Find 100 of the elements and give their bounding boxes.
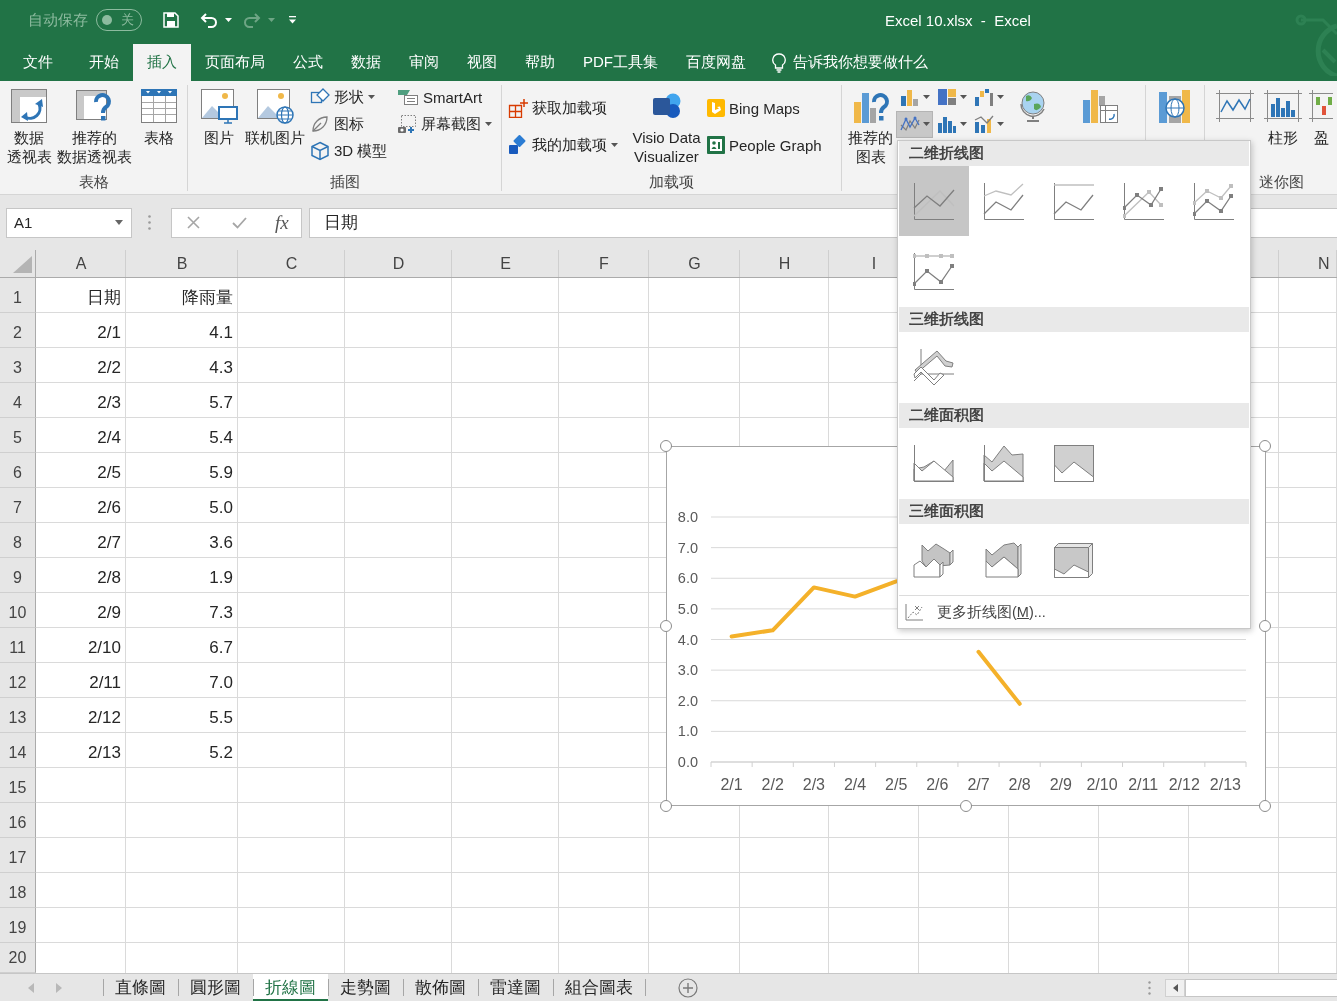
row-header[interactable]: 7 <box>0 488 36 523</box>
vertical-dots-icon <box>1148 980 1151 995</box>
stacked-line-chart-icon <box>983 181 1025 221</box>
ribbon-tab[interactable]: 百度网盘 <box>672 44 760 81</box>
cancel-icon[interactable] <box>187 216 200 229</box>
row-header[interactable]: 8 <box>0 523 36 558</box>
ribbon-tab[interactable]: PDF工具集 <box>569 44 672 81</box>
resize-handle[interactable] <box>1259 620 1271 632</box>
sheet-tab[interactable]: 圓形圖 <box>178 974 253 1001</box>
row-header[interactable]: 1 <box>0 278 36 313</box>
sheet-tab[interactable]: 組合圖表 <box>553 974 645 1001</box>
ribbon-button[interactable]: Visio Data Visualizer <box>628 88 705 166</box>
row-header[interactable]: 6 <box>0 453 36 488</box>
table-cell-text: 1.9 <box>208 567 234 589</box>
row-header[interactable]: 15 <box>0 768 36 803</box>
resize-handle[interactable] <box>960 800 972 812</box>
horizontal-scrollbar[interactable] <box>1185 978 1337 997</box>
row-header[interactable]: 19 <box>0 908 36 943</box>
check-icon[interactable] <box>232 216 247 229</box>
tell-me-search[interactable]: 告诉我你想要做什么 <box>772 44 928 81</box>
row-header[interactable]: 20 <box>0 943 36 973</box>
menu-item[interactable]: 更多折线图(M)... <box>899 595 1249 628</box>
column-header[interactable]: A <box>36 250 126 277</box>
row-header[interactable]: 2 <box>0 313 36 348</box>
caret-icon[interactable] <box>115 220 123 225</box>
name-box[interactable]: A1 <box>6 207 132 238</box>
sheet-tab[interactable]: 直條圖 <box>103 974 178 1001</box>
ribbon-tab[interactable]: 数据 <box>337 44 395 81</box>
column-header[interactable]: N <box>1279 250 1337 277</box>
chart-type-option[interactable] <box>899 166 969 236</box>
caret-icon <box>959 95 967 99</box>
ribbon-tab[interactable]: 文件 <box>9 44 75 81</box>
group-label: 表格 <box>77 173 110 191</box>
picture-globe-icon <box>256 88 294 124</box>
people-graph-icon <box>707 136 725 154</box>
ribbon-button[interactable]: 推荐的 数据透视表 <box>54 88 134 166</box>
column-header[interactable]: H <box>740 250 829 277</box>
row-header[interactable]: 17 <box>0 838 36 873</box>
column-header[interactable]: G <box>649 250 740 277</box>
column-header[interactable]: B <box>126 250 238 277</box>
row-header[interactable]: 9 <box>0 558 36 593</box>
ribbon-button[interactable]: 我的加载项 <box>506 131 621 159</box>
insert-function-button[interactable]: fx <box>275 211 289 234</box>
ribbon-tab[interactable]: 插入 <box>133 44 191 81</box>
3d-stacked-area-chart-icon <box>983 539 1025 579</box>
scroll-left-button[interactable] <box>1165 978 1185 997</box>
row-header[interactable]: 14 <box>0 733 36 768</box>
row-header[interactable]: 16 <box>0 803 36 838</box>
ribbon-button[interactable]: 推荐的 图表 <box>845 88 896 166</box>
ribbon-button[interactable]: 盈 <box>1307 88 1335 147</box>
ribbon-button[interactable]: 3D 模型 <box>308 137 391 165</box>
row-header[interactable]: 10 <box>0 593 36 628</box>
column-header[interactable]: E <box>452 250 559 277</box>
section-header: 二维面积图 <box>899 403 1249 428</box>
ribbon-button[interactable]: 获取加载项 <box>506 94 610 122</box>
ribbon-tab[interactable]: 公式 <box>279 44 337 81</box>
column-header[interactable]: F <box>559 250 649 277</box>
ribbon-button[interactable]: 形状 <box>308 83 378 111</box>
sheet-tab[interactable]: 雷達圖 <box>478 974 553 1001</box>
ribbon-button[interactable]: 表格 <box>134 88 184 147</box>
table-cell-text: 2/13 <box>86 742 122 764</box>
ribbon-button[interactable]: SmartArt <box>395 83 486 111</box>
sheet-tab[interactable]: 折線圖 <box>253 974 328 1001</box>
row-header[interactable]: 12 <box>0 663 36 698</box>
axis-label: 2/11 <box>1128 776 1159 793</box>
ribbon-tab[interactable]: 开始 <box>75 44 133 81</box>
ribbon-button[interactable]: 屏幕截图 <box>395 110 495 138</box>
row-header[interactable]: 4 <box>0 383 36 418</box>
pivot-chart-icon <box>1081 88 1119 124</box>
row-header[interactable]: 5 <box>0 418 36 453</box>
resize-handle[interactable] <box>1259 800 1271 812</box>
ribbon-button[interactable]: 数据 透视表 <box>4 88 54 166</box>
ribbon-button[interactable]: People Graph <box>705 131 825 159</box>
column-header[interactable]: C <box>238 250 345 277</box>
ribbon-tab[interactable]: 审阅 <box>395 44 453 81</box>
axis-label: 2/7 <box>967 776 990 793</box>
ribbon-button[interactable]: 图标 <box>308 110 367 138</box>
chart-type-button[interactable] <box>896 110 933 138</box>
column-header[interactable]: D <box>345 250 452 277</box>
axis-label: 7.0 <box>677 539 698 556</box>
bing-icon <box>707 99 725 117</box>
undo-icon[interactable] <box>200 12 218 28</box>
sheet-tab[interactable]: 走勢圖 <box>328 974 403 1001</box>
ribbon-tab[interactable]: 页面布局 <box>191 44 279 81</box>
save-icon[interactable] <box>163 12 179 28</box>
ribbon-button[interactable]: 联机图片 <box>242 88 308 147</box>
row-header[interactable]: 13 <box>0 698 36 733</box>
sheet-tab[interactable]: 散佈圖 <box>403 974 478 1001</box>
table-cell-text: 降雨量 <box>181 287 234 309</box>
ribbon-tab[interactable]: 视图 <box>453 44 511 81</box>
row-header[interactable]: 11 <box>0 628 36 663</box>
ribbon-button[interactable]: 图片 <box>195 88 242 147</box>
ribbon-button[interactable]: 柱形 <box>1259 88 1307 147</box>
add-sheet-icon[interactable] <box>678 977 698 998</box>
ribbon-button[interactable]: Bing Maps <box>705 94 803 122</box>
caret-icon[interactable] <box>225 18 232 22</box>
row-header[interactable]: 3 <box>0 348 36 383</box>
customize-icon[interactable] <box>288 16 297 24</box>
ribbon-tab[interactable]: 帮助 <box>511 44 569 81</box>
row-header[interactable]: 18 <box>0 873 36 908</box>
